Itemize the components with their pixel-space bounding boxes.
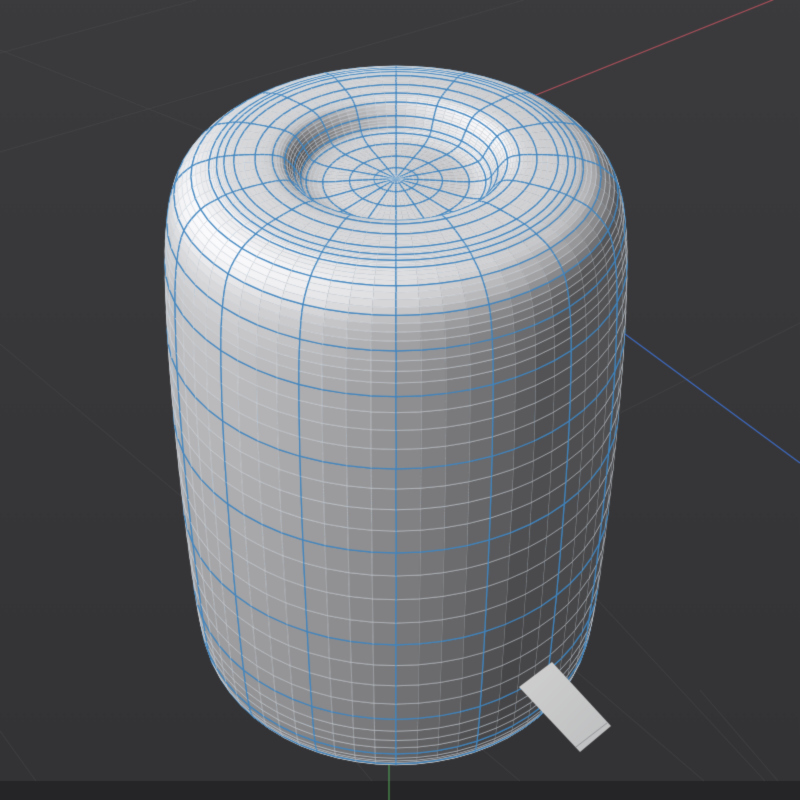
status-bar: [0, 781, 800, 800]
viewport: [0, 0, 800, 800]
floor-grid: [0, 0, 800, 781]
